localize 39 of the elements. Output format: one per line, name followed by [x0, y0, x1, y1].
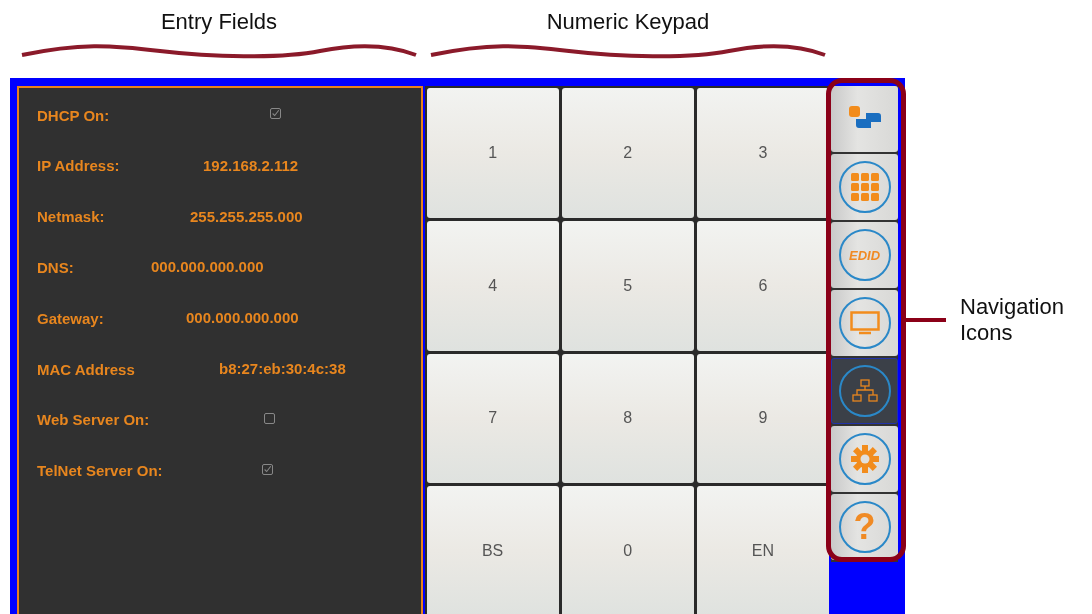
- field-label: Web Server On:: [37, 411, 150, 429]
- field-label: Netmask:: [37, 208, 105, 226]
- grid-icon: [850, 173, 879, 201]
- checkbox[interactable]: [270, 108, 281, 119]
- field-label: Gateway:: [37, 309, 104, 327]
- keypad-key[interactable]: EN: [696, 486, 830, 614]
- nav-button[interactable]: [831, 426, 898, 492]
- keypad-key[interactable]: 4: [426, 220, 559, 351]
- field-value[interactable]: 255.255.255.000: [190, 207, 303, 225]
- field-value[interactable]: 000.000.000.000: [151, 258, 264, 276]
- nav-button[interactable]: [831, 290, 898, 356]
- keypad-key[interactable]: 7: [426, 353, 559, 484]
- network-icon: [850, 379, 879, 403]
- field-label: MAC Address: [37, 360, 135, 378]
- field-value[interactable]: 000.000.000.000: [186, 309, 299, 327]
- checkbox[interactable]: [264, 412, 275, 424]
- field-label: IP Address:: [37, 157, 120, 175]
- monitor-icon: [849, 311, 880, 335]
- field-label: DNS:: [37, 258, 74, 276]
- question-mark: ?: [853, 509, 876, 545]
- keypad-key[interactable]: 8: [561, 353, 694, 484]
- field-label: TelNet Server On:: [37, 462, 163, 480]
- keypad-key[interactable]: 2: [561, 88, 694, 218]
- checkbox[interactable]: [262, 463, 273, 475]
- gear-icon: [849, 444, 880, 474]
- nav-button[interactable]: [831, 358, 898, 424]
- annotation-label: Numeric Keypad: [546, 9, 710, 35]
- nav-button[interactable]: [831, 154, 898, 220]
- field-value[interactable]: b8:27:eb:30:4c:38: [219, 360, 346, 377]
- keypad-key[interactable]: 5: [561, 220, 694, 351]
- keypad-key[interactable]: 1: [426, 88, 559, 218]
- field-value[interactable]: 192.168.2.112: [203, 156, 299, 174]
- nav-button[interactable]: [831, 86, 898, 152]
- annotation-label: Navigation Icons: [960, 294, 1064, 346]
- keypad-key[interactable]: 0: [561, 486, 694, 614]
- field-label: DHCP On:: [37, 106, 110, 124]
- edid-label: EDID: [849, 247, 881, 263]
- keypad-key[interactable]: BS: [426, 486, 559, 614]
- annotation-label: Entry Fields: [160, 9, 278, 35]
